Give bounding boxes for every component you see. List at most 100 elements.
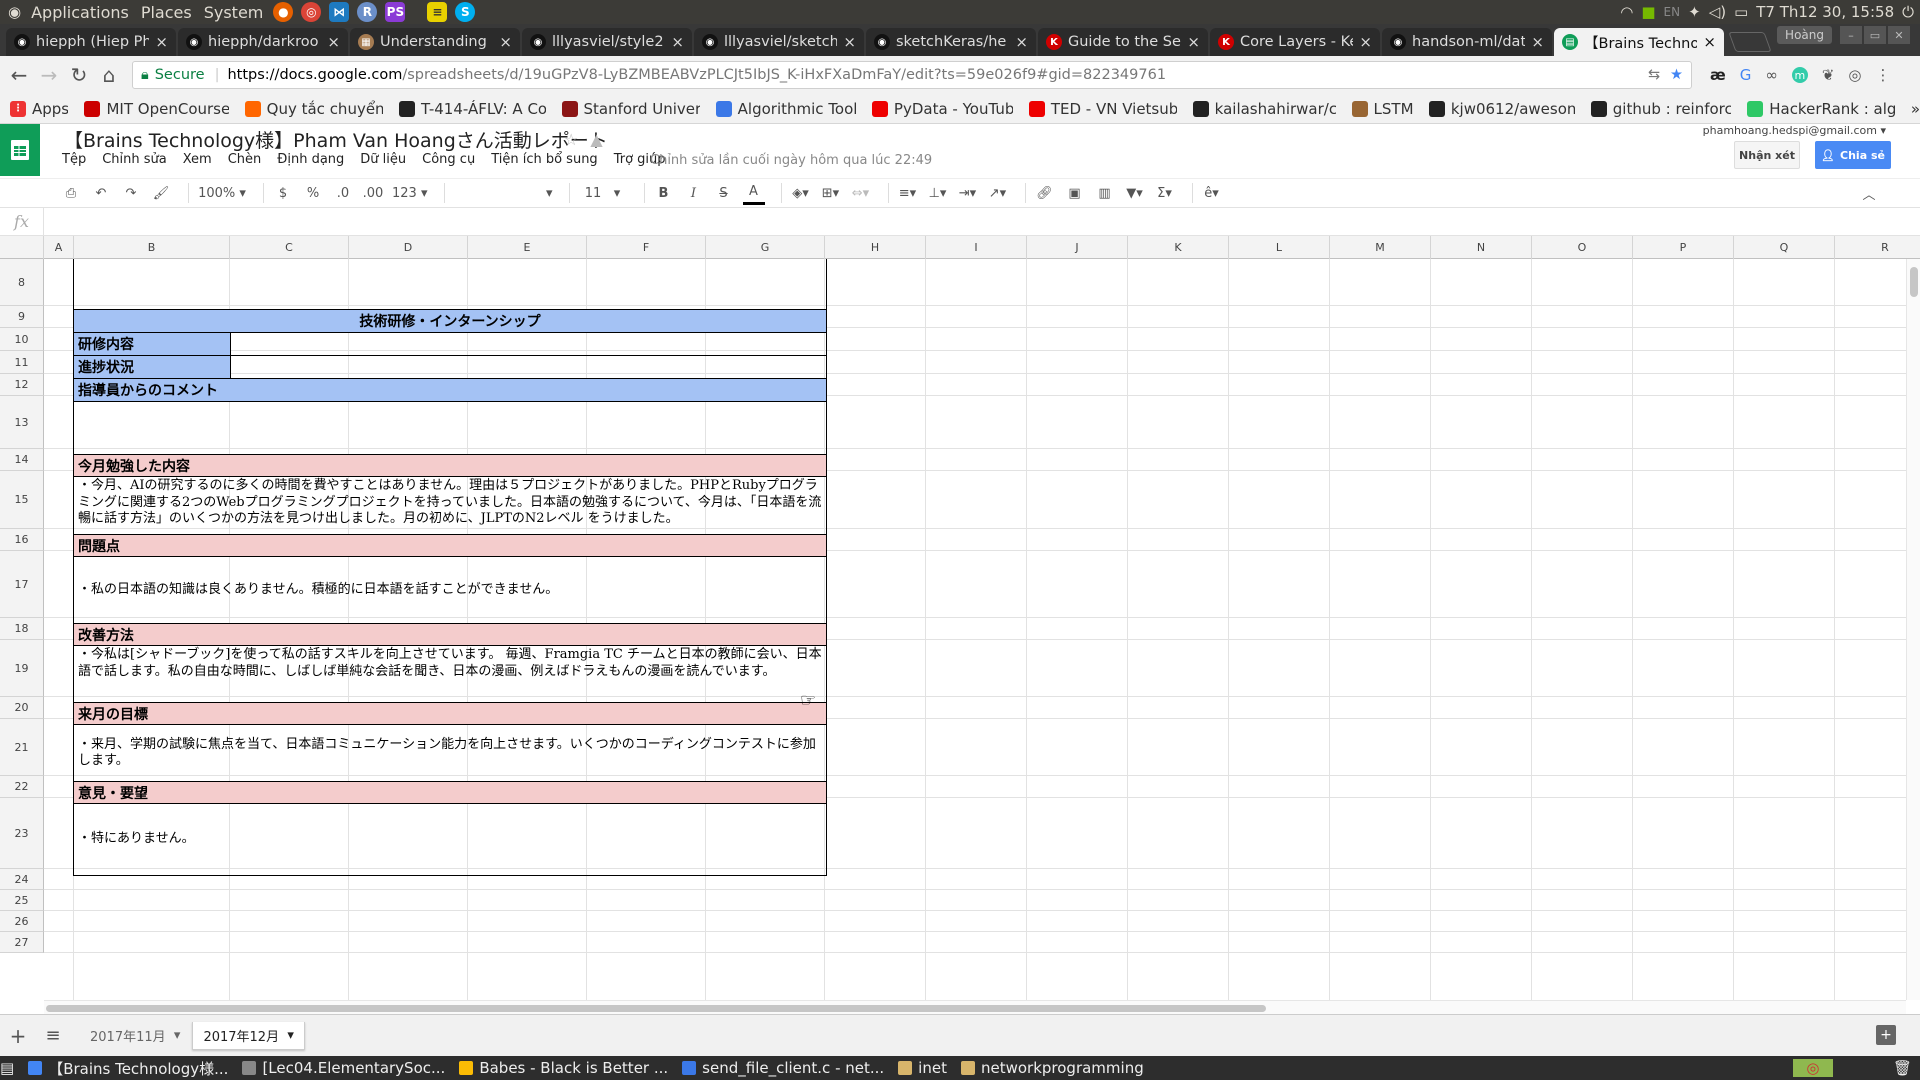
row-header[interactable]: 12 bbox=[0, 374, 44, 396]
text-wrapping-icon[interactable]: ⇥▾ bbox=[957, 181, 979, 205]
close-tab-icon[interactable]: × bbox=[327, 33, 340, 51]
percent-format-button[interactable]: % bbox=[302, 181, 324, 205]
ubuntu-logo-icon[interactable]: ◉ bbox=[8, 3, 21, 21]
add-sheet-button[interactable]: + bbox=[0, 1024, 36, 1048]
column-header[interactable]: R bbox=[1835, 236, 1920, 259]
row-header[interactable]: 10 bbox=[0, 328, 44, 351]
column-header[interactable]: O bbox=[1532, 236, 1633, 259]
taskbar-item[interactable]: 【Brains Technology様... bbox=[28, 1058, 228, 1079]
bookmark-item[interactable]: LSTM bbox=[1351, 100, 1413, 118]
language-indicator[interactable]: EN bbox=[1664, 5, 1681, 19]
opinion-header-cell[interactable]: 意見・要望 bbox=[74, 782, 826, 803]
horizontal-scroll-thumb[interactable] bbox=[46, 1005, 1266, 1012]
close-window-button[interactable]: ✕ bbox=[1888, 26, 1910, 44]
column-header[interactable]: E bbox=[468, 236, 587, 259]
column-header[interactable]: K bbox=[1128, 236, 1229, 259]
instructor-comment-cell[interactable] bbox=[74, 402, 826, 454]
close-tab-icon[interactable]: × bbox=[1359, 33, 1372, 51]
back-button[interactable]: ← bbox=[4, 60, 34, 90]
column-header[interactable]: A bbox=[44, 236, 74, 259]
bookmark-item[interactable]: TED - VN Vietsub bbox=[1028, 100, 1177, 118]
row-header[interactable]: 19 bbox=[0, 640, 44, 697]
chrome-icon[interactable]: ◎ bbox=[301, 2, 322, 22]
document-title[interactable]: 【Brains Technology様】Pham Van Hoangさん活動レポ… bbox=[64, 126, 608, 153]
borders-icon[interactable]: ⊞▾ bbox=[820, 181, 842, 205]
vertical-align-icon[interactable]: ⊥▾ bbox=[927, 181, 949, 205]
ae-extension-icon[interactable]: æ bbox=[1710, 66, 1726, 84]
browser-tab[interactable]: ◉ lllyasviel/sketch × bbox=[694, 28, 864, 56]
dots-extension-icon[interactable]: ∞ bbox=[1765, 66, 1778, 84]
new-tab-button[interactable] bbox=[1728, 32, 1772, 52]
bookmark-item[interactable]: T-414-ÁFLV: A Co bbox=[399, 100, 546, 118]
chrome-menu-icon[interactable]: ⋮ bbox=[1876, 66, 1891, 84]
row-header[interactable]: 9 bbox=[0, 306, 44, 328]
input-tools-icon[interactable]: ê▾ bbox=[1201, 181, 1223, 205]
row-header[interactable]: 23 bbox=[0, 798, 44, 869]
explore-icon[interactable]: + bbox=[1876, 1025, 1896, 1045]
bookmark-item[interactable]: kjw0612/aweson bbox=[1428, 100, 1575, 118]
text-rotation-icon[interactable]: ↗▾ bbox=[987, 181, 1009, 205]
vscode-icon[interactable]: ⋈ bbox=[329, 2, 350, 22]
cast-extension-icon[interactable]: ◎ bbox=[1848, 66, 1861, 84]
insert-comment-icon[interactable]: ▣ bbox=[1064, 181, 1086, 205]
problems-header-cell[interactable]: 問題点 bbox=[74, 535, 826, 556]
strikethrough-icon[interactable]: S bbox=[713, 181, 735, 205]
row-header[interactable]: 14 bbox=[0, 449, 44, 471]
minimize-button[interactable]: – bbox=[1840, 26, 1862, 44]
insert-link-icon[interactable]: 🔗︎ bbox=[1034, 181, 1056, 205]
column-header[interactable]: D bbox=[349, 236, 468, 259]
merge-cells-icon[interactable]: ⇔▾ bbox=[850, 181, 872, 205]
skype-icon[interactable]: S bbox=[455, 2, 476, 22]
taskbar-item[interactable]: Babes - Black is Better ... bbox=[459, 1059, 668, 1077]
sheet-tab-december[interactable]: 2017年12月 ▾ bbox=[192, 1021, 305, 1050]
move-to-folder-icon[interactable]: ▲ bbox=[590, 130, 602, 149]
browser-tab[interactable]: ◉ lllyasviel/style2 × bbox=[522, 28, 692, 56]
instructor-comment-header[interactable]: 指導員からのコメント bbox=[74, 379, 826, 401]
menu-addons[interactable]: Tiện ích bổ sung bbox=[491, 152, 598, 167]
row-header[interactable]: 13 bbox=[0, 396, 44, 449]
paint-format-icon[interactable]: 🖌︎ bbox=[150, 181, 172, 205]
row-header[interactable]: 26 bbox=[0, 911, 44, 932]
close-tab-icon[interactable]: × bbox=[1015, 33, 1028, 51]
close-tab-icon[interactable]: × bbox=[843, 33, 856, 51]
vertical-scrollbar[interactable] bbox=[1906, 259, 1920, 1000]
row-header[interactable]: 21 bbox=[0, 719, 44, 776]
column-header[interactable]: J bbox=[1027, 236, 1128, 259]
vertical-scroll-thumb[interactable] bbox=[1910, 267, 1918, 297]
row-header[interactable]: 16 bbox=[0, 529, 44, 551]
r-icon[interactable]: R bbox=[357, 2, 378, 22]
fill-color-icon[interactable]: ◈▾ bbox=[790, 181, 812, 205]
more-formats-button[interactable]: 123 ▾ bbox=[392, 181, 428, 205]
trash-icon[interactable]: 🗑︎ bbox=[1893, 1059, 1912, 1077]
phpstorm-icon[interactable]: PS bbox=[385, 2, 406, 22]
nvidia-icon[interactable]: ■ bbox=[1641, 3, 1655, 21]
decrease-decimal-button[interactable]: .0 bbox=[332, 181, 354, 205]
row-header[interactable]: 8 bbox=[0, 259, 44, 306]
profile-button[interactable]: Hoàng bbox=[1777, 26, 1832, 44]
column-header[interactable]: B bbox=[74, 236, 230, 259]
all-sheets-button[interactable]: ≡ bbox=[36, 1025, 70, 1046]
bookmark-item[interactable]: github : reinforc bbox=[1590, 100, 1731, 118]
formula-input[interactable] bbox=[44, 208, 1920, 235]
bookmark-item[interactable]: Algorithmic Tool bbox=[715, 100, 856, 118]
chrome-workspace-icon[interactable]: ◎ bbox=[1792, 1059, 1833, 1077]
column-header[interactable]: I bbox=[926, 236, 1027, 259]
problems-body-cell[interactable]: ・私の日本語の知識は良くありません。積極的に日本語を話すことができません。 bbox=[74, 557, 826, 623]
section-title-cell[interactable]: 技術研修・インターンシップ bbox=[74, 310, 826, 332]
menu-file[interactable]: Tệp bbox=[62, 152, 86, 167]
menu-data[interactable]: Dữ liệu bbox=[360, 152, 406, 167]
maximize-button[interactable]: ▭ bbox=[1864, 26, 1886, 44]
browser-tab[interactable]: ▦ Understanding × bbox=[350, 28, 520, 56]
places-menu[interactable]: Places bbox=[135, 3, 198, 22]
share-button[interactable]: 👤︎ Chia sẻ bbox=[1815, 141, 1891, 169]
taskbar-item[interactable]: networkprogramming bbox=[960, 1059, 1144, 1077]
m-extension-icon[interactable]: m bbox=[1791, 67, 1808, 83]
italic-icon[interactable]: I bbox=[683, 181, 705, 205]
progress-value-cell[interactable] bbox=[231, 356, 826, 378]
star-icon[interactable]: ☆ bbox=[564, 130, 578, 149]
bookmark-star-icon[interactable]: ★ bbox=[1670, 67, 1683, 83]
close-tab-icon[interactable]: × bbox=[1531, 33, 1544, 51]
column-header[interactable]: Q bbox=[1734, 236, 1835, 259]
omnibox[interactable]: 🔒︎ Secure | https://docs.google.com/spre… bbox=[132, 61, 1692, 89]
row-header[interactable]: 18 bbox=[0, 618, 44, 640]
